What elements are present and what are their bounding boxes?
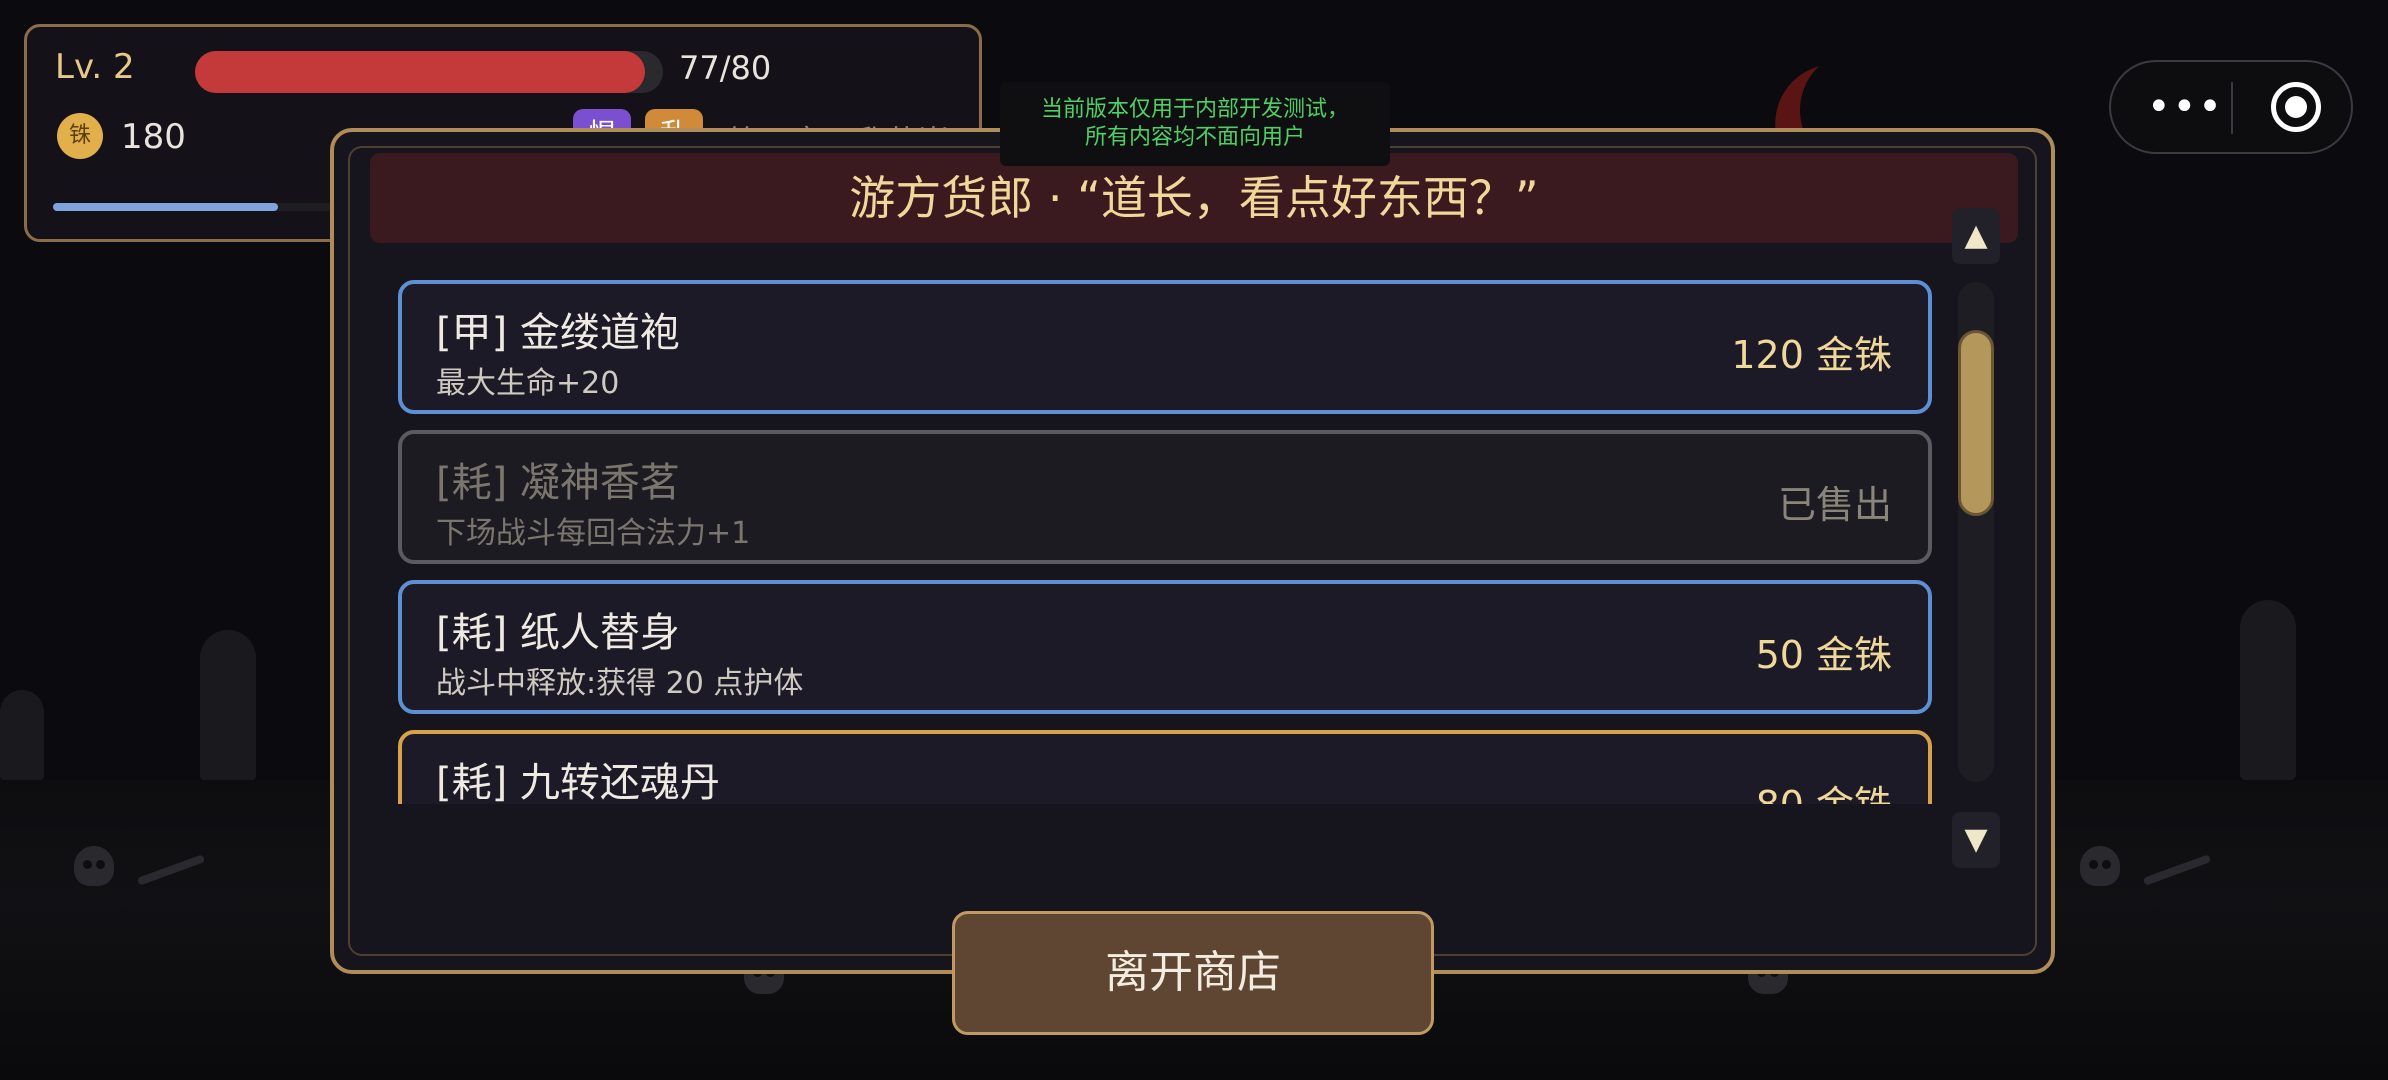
item-price: 120 金铢 — [1731, 333, 1892, 377]
capsule-divider — [2231, 82, 2233, 134]
notice-line-1: 当前版本仅用于内部开发测试， — [1040, 97, 1349, 122]
scrollbar-thumb[interactable] — [1958, 330, 1994, 516]
dev-build-notice: 当前版本仅用于内部开发测试， 所有内容均不面向用户 — [1000, 82, 1390, 166]
mini-program-capsule: ••• — [2109, 60, 2353, 154]
shop-item[interactable]: [甲] 金缕道袍 最大生命+20 120 金铢 — [398, 280, 1932, 414]
gold-amount: 180 — [121, 117, 186, 157]
scroll-down-button[interactable]: ▼ — [1952, 812, 2000, 868]
scrollbar-track[interactable] — [1958, 282, 1994, 782]
leave-shop-button[interactable]: 离开商店 — [952, 911, 1434, 1035]
coin-icon: 铢 — [57, 113, 103, 159]
tombstone — [0, 690, 44, 780]
item-price: 50 金铢 — [1755, 633, 1892, 677]
exp-bar-fill — [53, 203, 278, 211]
hp-bar-fill — [195, 51, 646, 93]
item-name: [耗] 纸人替身 — [436, 610, 680, 656]
player-level: Lv. 2 — [55, 47, 135, 87]
hp-text: 77/80 — [679, 49, 772, 87]
skull-decoration — [2080, 846, 2120, 886]
skull-decoration — [74, 846, 114, 886]
item-name: [耗] 九转还魂丹 — [436, 760, 720, 804]
shop-item-sold: [耗] 凝神香茗 下场战斗每回合法力+1 已售出 — [398, 430, 1932, 564]
tombstone — [200, 630, 256, 780]
shop-item-rare[interactable]: [耗] 九转还魂丹 80 金铢 — [398, 730, 1932, 804]
item-description: 最大生命+20 — [436, 366, 620, 401]
tombstone — [2240, 600, 2296, 780]
item-description: 战斗中释放:获得 20 点护体 — [436, 666, 804, 701]
hp-bar — [195, 51, 663, 93]
shop-title: 游方货郎 · “道长，看点好东西？” — [370, 153, 2018, 243]
item-price: 80 金铢 — [1756, 774, 1892, 804]
item-sold-label: 已售出 — [1777, 483, 1892, 527]
scroll-up-button[interactable]: ▲ — [1952, 208, 2000, 264]
more-dots-icon[interactable]: ••• — [2147, 87, 2224, 127]
item-name: [耗] 凝神香茗 — [436, 460, 680, 506]
shop-item-list: [甲] 金缕道袍 最大生命+20 120 金铢 [耗] 凝神香茗 下场战斗每回合… — [396, 278, 1938, 804]
shop-item[interactable]: [耗] 纸人替身 战斗中释放:获得 20 点护体 50 金铢 — [398, 580, 1932, 714]
item-description: 下场战斗每回合法力+1 — [436, 516, 751, 551]
target-circle-icon[interactable] — [2271, 82, 2321, 132]
item-name: [甲] 金缕道袍 — [436, 310, 680, 356]
notice-line-2: 所有内容均不面向用户 — [1084, 125, 1305, 150]
